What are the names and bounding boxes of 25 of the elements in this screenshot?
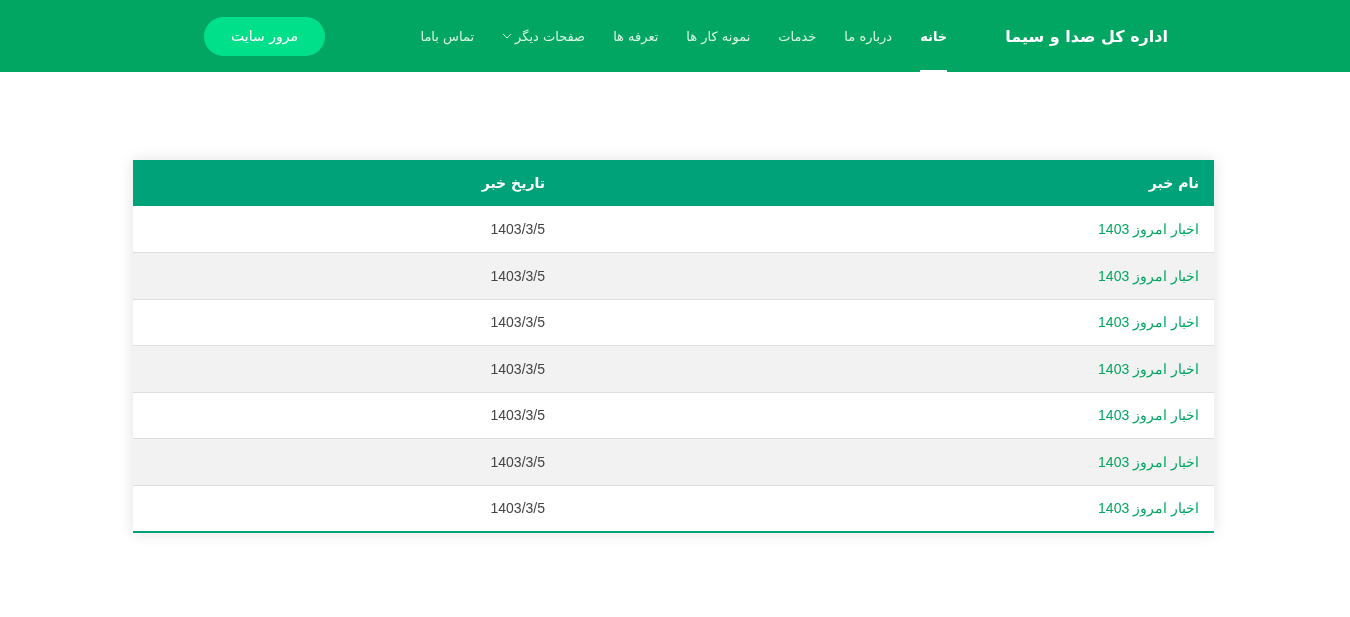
news-link[interactable]: اخبار امروز 1403	[561, 252, 1214, 299]
news-link[interactable]: اخبار امروز 1403	[561, 206, 1214, 253]
nav-link[interactable]: خدمات	[778, 0, 817, 72]
table-cell: 1403/3/5	[133, 206, 561, 253]
nav-link[interactable]: نمونه کار ها	[686, 0, 751, 72]
news-link[interactable]: اخبار امروز 1403	[561, 485, 1214, 532]
news-link[interactable]: اخبار امروز 1403	[561, 392, 1214, 439]
brand-title[interactable]: اداره کل صدا و سیما	[1005, 26, 1168, 46]
table-cell: 1403/3/5	[133, 438, 561, 485]
table-cell: 1403/3/5	[133, 252, 561, 299]
column-header: تاریخ خبر	[133, 160, 561, 206]
table-cell: 1403/3/5	[133, 392, 561, 439]
table-cell: 1403/3/5	[133, 345, 561, 392]
column-header: نام خبر	[561, 160, 1214, 206]
nav-link[interactable]: تماس باما	[420, 0, 475, 72]
table-cell: 1403/3/5	[133, 299, 561, 346]
nav-link[interactable]: تعرفه ها	[613, 0, 659, 72]
nav-link[interactable]: خانه	[920, 0, 948, 72]
nav-link[interactable]: درباره ما	[844, 0, 893, 72]
nav-link[interactable]: صفحات دیگر	[502, 0, 586, 72]
news-link[interactable]: اخبار امروز 1403	[561, 438, 1214, 485]
news-link[interactable]: اخبار امروز 1403	[561, 345, 1214, 392]
table-cell: 1403/3/5	[133, 485, 561, 532]
browse-site-button[interactable]: مرور سایت	[204, 16, 325, 56]
news-link[interactable]: اخبار امروز 1403	[561, 299, 1214, 346]
